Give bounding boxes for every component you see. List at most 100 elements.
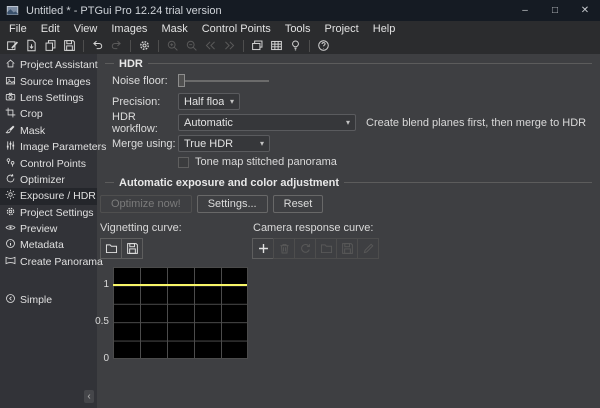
folder-icon: [320, 242, 333, 255]
sidebar-item-control-points[interactable]: Control Points: [0, 155, 97, 171]
image-icon: [5, 75, 16, 89]
camera-pencil-button[interactable]: [357, 238, 379, 259]
precision-value: Half float: [184, 96, 224, 108]
precision-row: Precision: Half float ▾: [112, 91, 600, 112]
gear-icon: [5, 206, 16, 220]
save-button[interactable]: [60, 38, 79, 54]
crop-icon: [5, 107, 16, 121]
table-icon: [270, 39, 283, 52]
ptgui-window: Untitled * - PTGui Pro 12.24 trial versi…: [0, 0, 600, 408]
sidebar-item-label: Optimizer: [20, 174, 65, 186]
menu-item-mask[interactable]: Mask: [154, 23, 194, 35]
toolbar-separator: [130, 40, 131, 52]
sidebar-item-lens-settings[interactable]: Lens Settings: [0, 90, 97, 106]
undo-icon: [91, 39, 104, 52]
camera-response-buttons: [252, 238, 378, 259]
tonemap-checkbox[interactable]: [178, 157, 189, 168]
menu-item-control-points[interactable]: Control Points: [195, 23, 278, 35]
open-project-button[interactable]: [22, 38, 41, 54]
menu-item-project[interactable]: Project: [318, 23, 366, 35]
edit-project-button[interactable]: [3, 38, 22, 54]
menu-item-images[interactable]: Images: [104, 23, 154, 35]
camera-response-curve-label: Camera response curve:: [253, 222, 373, 234]
gear-icon: [138, 39, 151, 52]
camera-folder-button[interactable]: [315, 238, 337, 259]
sidebar-item-project-settings[interactable]: Project Settings: [0, 205, 97, 221]
sidebar-item-label: Project Settings: [20, 207, 94, 219]
adjust-buttons-row: Optimize now! Settings... Reset: [100, 195, 600, 213]
next-button[interactable]: [220, 38, 239, 54]
camera-plus-button[interactable]: [252, 238, 274, 259]
camera-icon: [5, 91, 16, 105]
vignetting-folder-button[interactable]: [100, 238, 122, 259]
hdr-group-legend: HDR: [114, 58, 148, 70]
sidebar-item-metadata[interactable]: Metadata: [0, 237, 97, 253]
reset-button[interactable]: Reset: [273, 195, 324, 213]
sidebar-item-optimizer[interactable]: Optimizer: [0, 172, 97, 188]
zoom-in-icon: [166, 39, 179, 52]
sidebar-item-project-assistant[interactable]: Project Assistant: [0, 57, 97, 73]
app-icon: [6, 4, 19, 17]
open-project-icon: [25, 39, 38, 52]
merge-using-dropdown[interactable]: True HDR ▾: [178, 135, 270, 152]
maximize-button[interactable]: □: [540, 0, 570, 21]
minimize-button[interactable]: –: [510, 0, 540, 21]
camera-trash-button[interactable]: [273, 238, 295, 259]
curve-labels-row: Vignetting curve: Camera response curve:: [100, 222, 600, 234]
gear-button[interactable]: [135, 38, 154, 54]
merge-using-row: Merge using: True HDR ▾: [112, 133, 600, 154]
help-button[interactable]: [314, 38, 333, 54]
vignetting-save-button[interactable]: [121, 238, 143, 259]
sync-icon: [5, 173, 16, 187]
curve-line: [113, 284, 247, 286]
bulb-button[interactable]: [286, 38, 305, 54]
sidebar-item-create-panorama[interactable]: Create Panorama: [0, 254, 97, 270]
menu-item-edit[interactable]: Edit: [34, 23, 67, 35]
menu-item-help[interactable]: Help: [366, 23, 403, 35]
sidebar-item-exposure-hdr[interactable]: Exposure / HDR: [0, 188, 97, 204]
precision-dropdown[interactable]: Half float ▾: [178, 93, 240, 110]
vignetting-chart-wrap: 10.50: [113, 267, 248, 359]
previous-icon: [204, 39, 217, 52]
undo-button[interactable]: [88, 38, 107, 54]
sidebar-collapse-button[interactable]: ‹: [84, 390, 94, 403]
previous-button[interactable]: [201, 38, 220, 54]
vignetting-curve-chart: 10.50: [113, 267, 248, 359]
close-button[interactable]: ✕: [570, 0, 600, 21]
zoom-in-button[interactable]: [163, 38, 182, 54]
camera-save-button[interactable]: [336, 238, 358, 259]
menu-item-view[interactable]: View: [67, 23, 105, 35]
y-axis-tick-label: 0.5: [93, 317, 109, 327]
menu-item-file[interactable]: File: [2, 23, 34, 35]
redo-button[interactable]: [107, 38, 126, 54]
folder-icon: [105, 242, 118, 255]
noise-floor-slider[interactable]: [178, 74, 270, 87]
sidebar-items: Project AssistantSource ImagesLens Setti…: [0, 57, 97, 270]
sidebar-item-source-images[interactable]: Source Images: [0, 73, 97, 89]
sidebar-item-preview[interactable]: Preview: [0, 221, 97, 237]
content: Project AssistantSource ImagesLens Setti…: [0, 54, 600, 408]
menu-item-tools[interactable]: Tools: [278, 23, 318, 35]
zoom-out-button[interactable]: [182, 38, 201, 54]
sidebar-item-crop[interactable]: Crop: [0, 106, 97, 122]
hdr-workflow-dropdown[interactable]: Automatic ▾: [178, 114, 356, 131]
toolbar-separator: [309, 40, 310, 52]
windows-button[interactable]: [248, 38, 267, 54]
optimize-now-button[interactable]: Optimize now!: [100, 195, 192, 213]
settings-button[interactable]: Settings...: [197, 195, 268, 213]
home-icon: [5, 58, 16, 72]
duplicate-button[interactable]: [41, 38, 60, 54]
sliders-icon: [5, 140, 16, 154]
sidebar-item-simple[interactable]: Simple: [0, 292, 97, 308]
slider-handle[interactable]: [178, 74, 185, 87]
divider: [344, 182, 592, 183]
sidebar-item-image-parameters[interactable]: Image Parameters: [0, 139, 97, 155]
table-button[interactable]: [267, 38, 286, 54]
sidebar-item-mask[interactable]: Mask: [0, 123, 97, 139]
toolbar: [0, 37, 600, 54]
edit-project-icon: [6, 39, 19, 52]
help-icon: [317, 39, 330, 52]
sidebar-item-label: Image Parameters: [20, 141, 106, 153]
sidebar-footer: Simple: [0, 292, 97, 308]
camera-refresh-button[interactable]: [294, 238, 316, 259]
